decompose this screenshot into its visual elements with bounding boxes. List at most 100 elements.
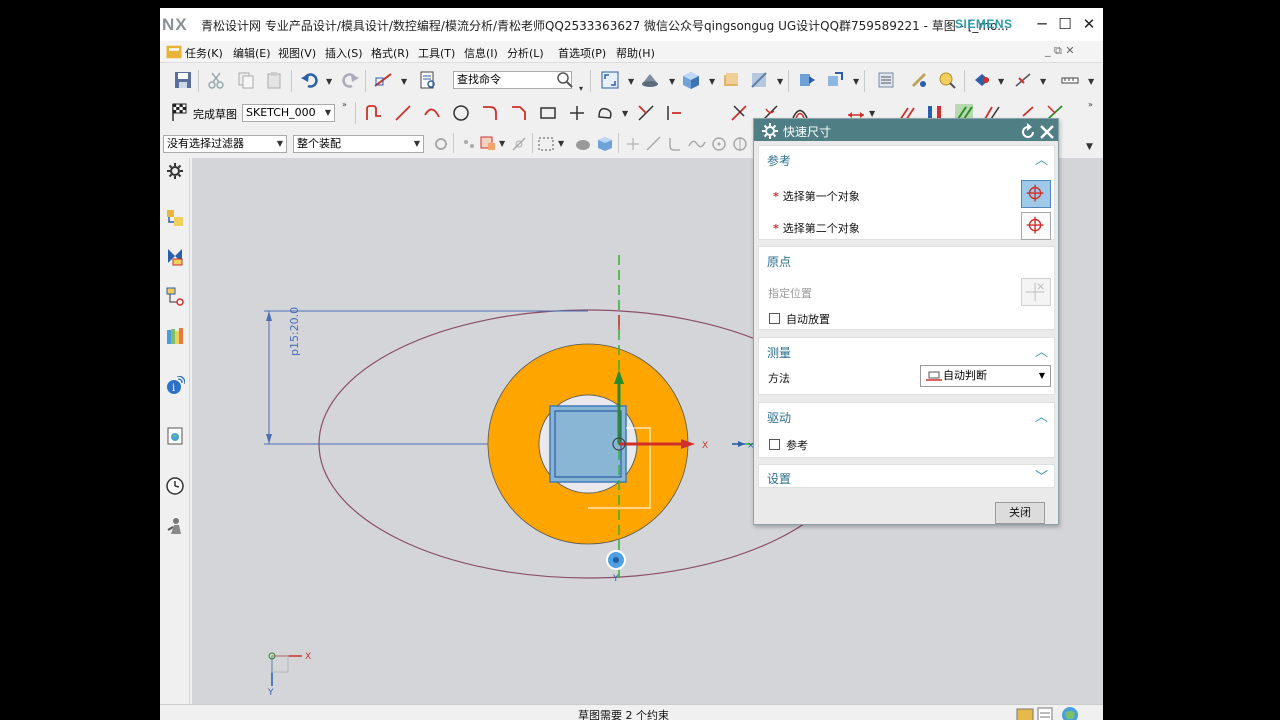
measure-icon[interactable] — [909, 70, 929, 90]
menu-view[interactable]: 视图(V) — [278, 45, 316, 61]
copy-icon[interactable] — [236, 70, 256, 90]
constraint-icon[interactable] — [1013, 70, 1033, 90]
studio-spline-icon[interactable] — [596, 103, 616, 123]
menu-analysis[interactable]: 分析(L) — [507, 45, 544, 61]
make-corner-icon[interactable] — [729, 103, 749, 123]
snap-control-icon[interactable] — [665, 134, 685, 154]
rectangle-icon[interactable] — [538, 103, 558, 123]
web-browser-icon[interactable] — [165, 426, 185, 446]
measure-section-title[interactable]: 测量 — [767, 344, 791, 361]
menu-insert[interactable]: 插入(S) — [325, 45, 363, 61]
sketch-tools-icon[interactable] — [373, 70, 393, 90]
transform-icon[interactable] — [825, 70, 845, 90]
selection-filter-select[interactable]: 没有选择过滤器 ▼ — [163, 135, 287, 153]
sketch-square[interactable] — [549, 405, 627, 483]
status-list-icon[interactable] — [1035, 705, 1053, 720]
menu-format[interactable]: 格式(R) — [371, 45, 409, 61]
reset-icon[interactable] — [1018, 122, 1034, 138]
command-finder-icon[interactable] — [418, 70, 438, 90]
chevron-up-icon[interactable]: ︿ — [1035, 149, 1048, 168]
select-features-icon[interactable] — [478, 134, 498, 154]
snap-mid-icon[interactable] — [644, 134, 664, 154]
dialog-close-button[interactable]: 关闭 — [995, 502, 1045, 524]
menu-tools[interactable]: 工具(T) — [418, 45, 455, 61]
assembly-navigator-icon[interactable] — [876, 70, 896, 90]
status-filter-icon[interactable] — [1015, 705, 1034, 720]
info-icon[interactable]: i — [165, 375, 186, 396]
snap-toggle-icon[interactable] — [509, 134, 529, 154]
display-icon[interactable] — [749, 70, 769, 90]
chevron-up-icon[interactable]: ︿ — [1035, 406, 1048, 425]
chevron-up-icon[interactable]: ︿ — [1035, 341, 1048, 360]
assembly-scope-select[interactable]: 整个装配 ▼ — [293, 135, 424, 153]
auto-place-checkbox[interactable] — [769, 313, 780, 324]
specify-location-button[interactable] — [1021, 278, 1051, 306]
orient-view-icon[interactable] — [681, 70, 701, 90]
snap-end-icon[interactable] — [623, 134, 643, 154]
snap-point-icon[interactable] — [972, 70, 992, 90]
chevron-down-icon[interactable]: ﹀ — [1035, 466, 1048, 485]
search-icon[interactable] — [555, 70, 573, 90]
profile-icon[interactable] — [364, 103, 384, 123]
finish-sketch-flag-icon[interactable] — [169, 102, 189, 122]
dialog-header[interactable]: 快速尺寸 — [754, 119, 1058, 141]
dialog-close-icon[interactable] — [1037, 122, 1054, 139]
rectangle-select-icon[interactable] — [536, 134, 556, 154]
reference-checkbox[interactable] — [769, 439, 780, 450]
assembly-navigator-icon[interactable] — [165, 208, 185, 228]
select-second-object-button[interactable] — [1021, 212, 1051, 240]
menu-edit[interactable]: 编辑(E) — [233, 45, 271, 61]
quick-extend-icon[interactable] — [664, 103, 684, 123]
point-icon[interactable] — [567, 103, 587, 123]
history-clock-icon[interactable] — [165, 476, 185, 496]
sketch-tools-dropdown-icon[interactable]: ▼ — [401, 77, 407, 86]
line-icon[interactable] — [393, 103, 413, 123]
toolbar-options-icon[interactable]: ▼ — [1080, 134, 1094, 154]
method-select[interactable]: 自动判断 ▼ — [920, 365, 1051, 387]
doc-window-controls[interactable]: _ ⧉ ✕ — [1045, 44, 1075, 58]
reference-section-title[interactable]: 参考 — [767, 152, 791, 169]
filter-settings-icon[interactable] — [431, 134, 451, 154]
drive-section-title[interactable]: 驱动 — [767, 409, 791, 426]
dialog-gear-icon[interactable] — [760, 121, 778, 139]
constraint-navigator-icon[interactable] — [165, 246, 185, 266]
snap-curve-icon[interactable] — [687, 134, 707, 154]
save-icon[interactable] — [173, 70, 193, 90]
roles-icon[interactable] — [165, 516, 185, 536]
sketch-name-select[interactable]: SKETCH_000 ▼ — [242, 104, 335, 122]
cut-icon[interactable] — [206, 70, 226, 90]
select-body-icon[interactable] — [573, 134, 593, 154]
layer-icon[interactable] — [721, 70, 741, 90]
menu-info[interactable]: 信息(I) — [464, 45, 498, 61]
close-window-button[interactable]: ✕ — [1077, 12, 1101, 36]
menu-help[interactable]: 帮助(H) — [616, 45, 655, 61]
menu-task[interactable]: 任务(K) — [185, 45, 223, 61]
reuse-library-icon[interactable] — [165, 326, 185, 346]
arc-icon[interactable] — [422, 103, 442, 123]
part-navigator-icon[interactable] — [165, 286, 185, 306]
settings-section-title[interactable]: 设置 — [767, 470, 791, 487]
fillet-icon[interactable] — [480, 103, 500, 123]
quick-trim-icon[interactable] — [636, 103, 656, 123]
gear-icon[interactable] — [165, 161, 185, 181]
redo-icon[interactable] — [340, 70, 360, 90]
maximize-button[interactable]: ☐ — [1053, 12, 1077, 36]
render-style-icon[interactable] — [640, 70, 660, 90]
move-object-icon[interactable] — [797, 70, 817, 90]
status-globe-icon[interactable] — [1060, 705, 1078, 720]
analysis-icon[interactable] — [937, 70, 957, 90]
fit-view-icon[interactable] — [600, 70, 620, 90]
snap-quadrant-icon[interactable] — [730, 134, 750, 154]
finish-sketch-label[interactable]: 完成草图 — [193, 106, 237, 122]
menu-icon[interactable] — [164, 42, 182, 59]
select-first-object-button[interactable] — [1021, 180, 1051, 208]
minimize-button[interactable]: ─ — [1030, 12, 1054, 36]
snap-center-icon[interactable] — [709, 134, 729, 154]
origin-section-title[interactable]: 原点 — [767, 253, 791, 270]
menu-preferences[interactable]: 首选项(P) — [558, 45, 606, 61]
ruler-icon[interactable] — [1060, 70, 1080, 90]
undo-dropdown-icon[interactable]: ▼ — [326, 77, 332, 86]
paste-icon[interactable] — [264, 70, 284, 90]
type-filter-icon[interactable] — [458, 134, 478, 154]
chamfer-icon[interactable] — [509, 103, 529, 123]
